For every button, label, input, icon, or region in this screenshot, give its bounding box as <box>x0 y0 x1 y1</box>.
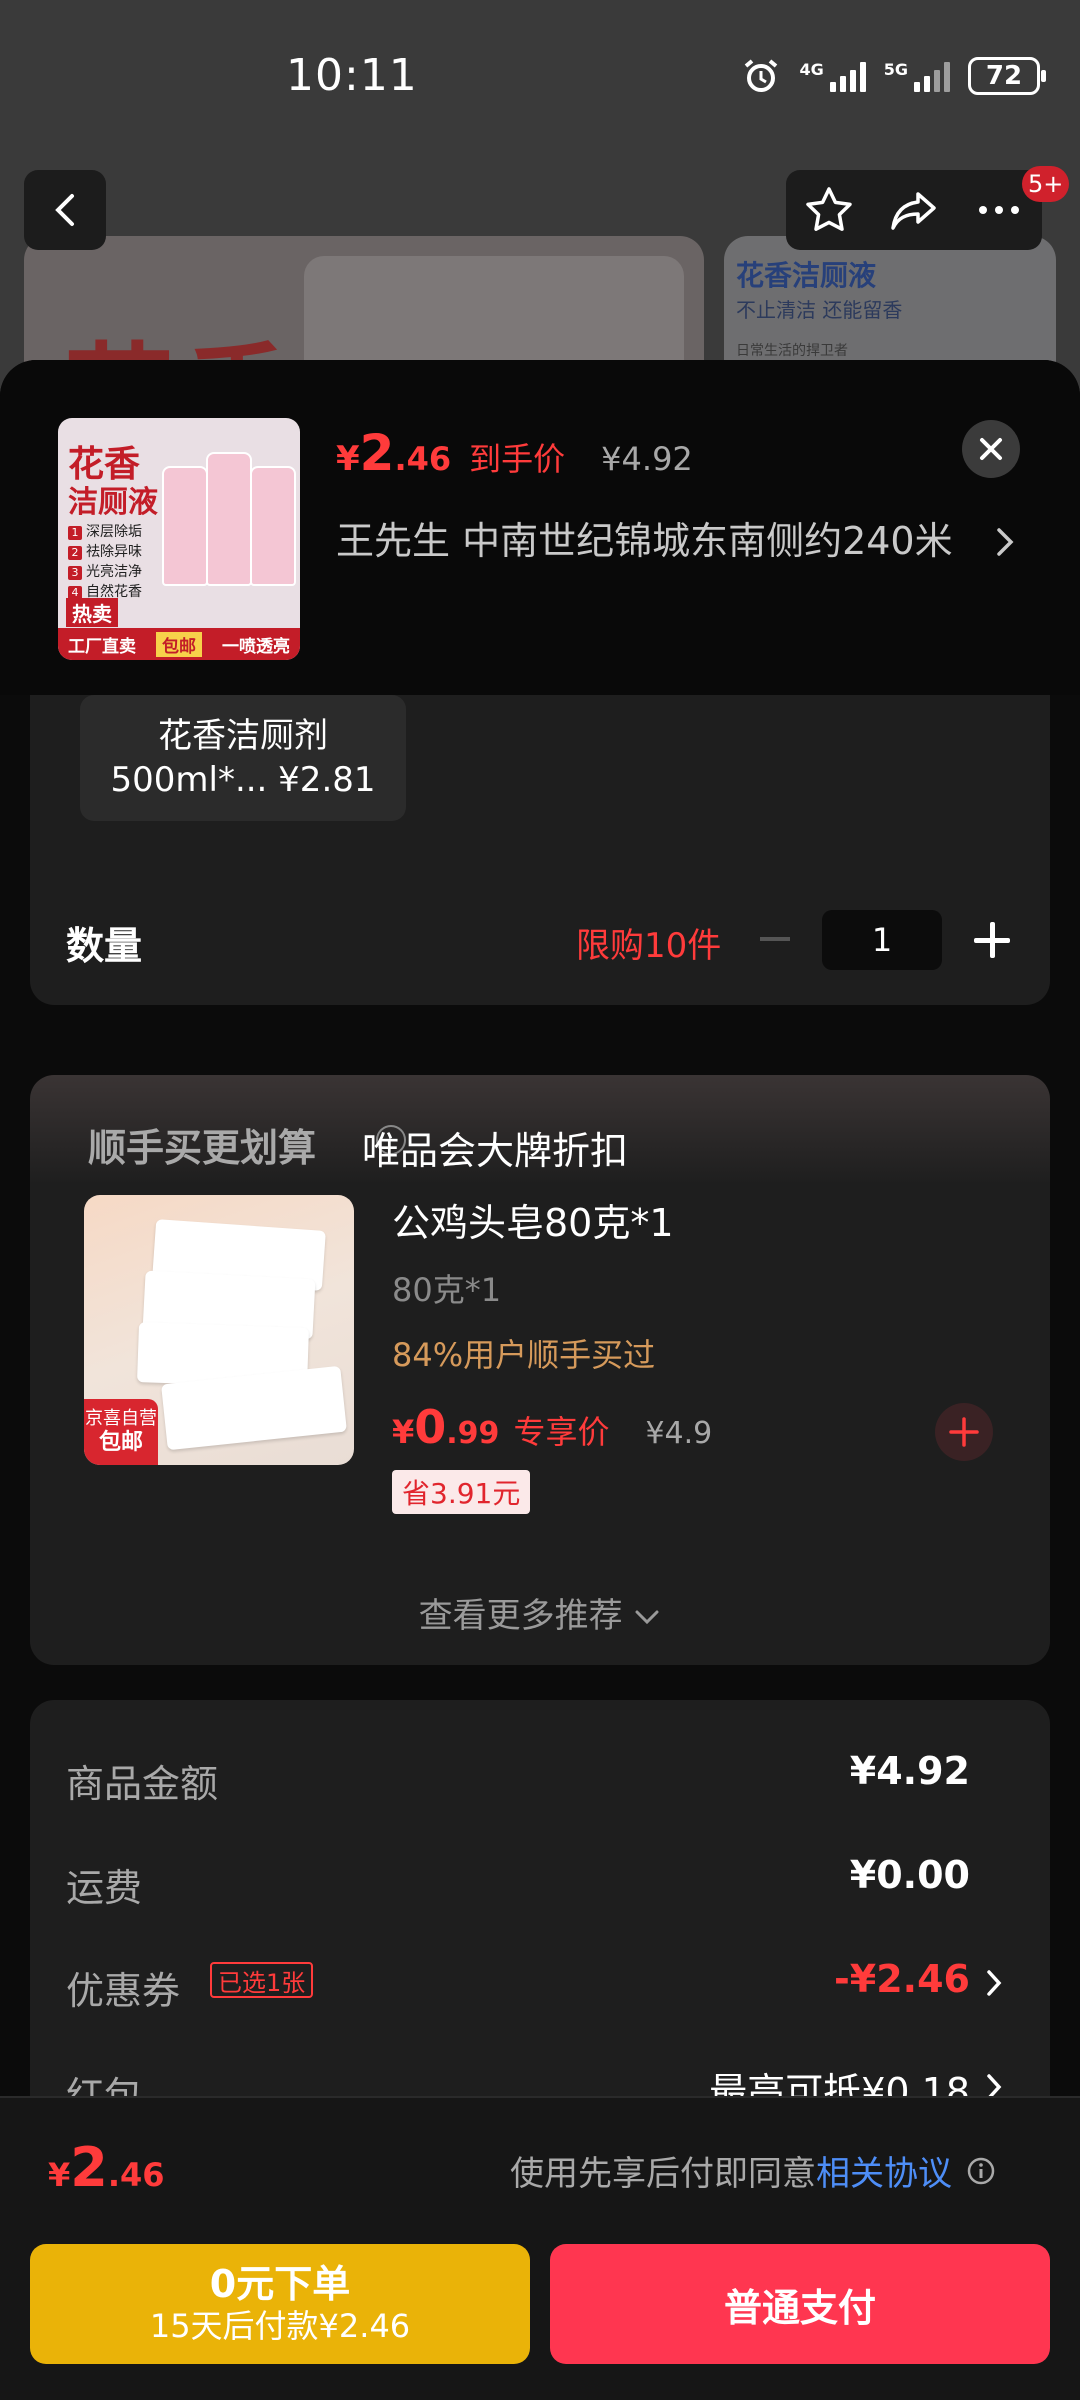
addon-price: ¥ 0 .99 专享价 ¥4.9 <box>392 1400 713 1454</box>
close-button[interactable] <box>962 420 1020 478</box>
signal-icon: 4G <box>799 60 866 92</box>
agreement-link[interactable]: 相关协议 <box>816 2146 952 2195</box>
close-icon <box>980 438 1002 460</box>
total-price: ¥ 2 .46 <box>48 2136 165 2199</box>
alarm-icon <box>745 59 778 92</box>
normal-pay-button[interactable]: 普通支付 <box>550 2244 1050 2364</box>
more-dots-icon[interactable] <box>973 184 1025 236</box>
coupon-selected-badge: 已选1张 <box>210 1962 314 1998</box>
goods-amount-value: ¥4.92 <box>849 1749 970 1793</box>
banner-title: 花香洁厕液 <box>736 259 877 292</box>
star-icon[interactable] <box>803 184 855 236</box>
shipping-label: 运费 <box>66 1866 143 1910</box>
spec-option[interactable]: 花香洁厕剂 500ml*... ¥2.81 <box>80 695 406 821</box>
addon-product-spec: 80克*1 <box>392 1271 502 1309</box>
chevron-down-icon <box>635 1610 659 1625</box>
back-arrow-icon <box>55 194 74 226</box>
thumbnail-title: 花香 洁厕液 <box>68 444 158 521</box>
addon-product-name[interactable]: 公鸡头皂80克*1 <box>392 1192 674 1247</box>
share-icon[interactable] <box>888 184 940 236</box>
spec-name: 花香洁厕剂 <box>158 716 328 756</box>
banner-note: 日常生活的捍卫者 <box>736 343 848 359</box>
savings-badge: 省3.91元 <box>392 1470 531 1514</box>
info-icon[interactable] <box>966 2156 996 2186</box>
product-thumbnail: 花香 洁厕液 1 深层除垢 2 祛除异味 3 光亮洁净 4 自然花香 热卖 工厂直卖 包… <box>58 418 300 660</box>
goods-amount-label: 商品金额 <box>66 1762 219 1806</box>
quantity-increase-button[interactable] <box>970 918 1014 962</box>
order-sheet: 花香洁厕剂 500ml*... ¥2.81 数量 限购10件 1 花香 洁厕液 … <box>0 360 1080 2400</box>
vip-discount-label: 唯品会大牌折扣 <box>362 1129 629 1173</box>
quantity-decrease-button[interactable] <box>760 937 790 941</box>
thumbnail-strip: 工厂直卖 包邮 一喷透亮 <box>58 628 300 660</box>
addon-image-tag: 京喜自营 包邮 <box>84 1399 158 1465</box>
purchase-limit: 限购10件 <box>576 926 722 966</box>
hot-sale-tag: 热卖 <box>66 598 118 627</box>
battery-icon: 72 <box>968 57 1046 95</box>
quantity-value[interactable]: 1 <box>822 910 942 970</box>
shipping-value: ¥0.00 <box>849 1853 970 1897</box>
coupon-label[interactable]: 优惠券 <box>66 1960 180 2015</box>
final-price-label: 到手价 <box>469 440 566 478</box>
status-bar: 10:11 4G 5G 72 <box>0 0 1080 160</box>
thumbnail-points: 1 深层除垢 2 祛除异味 3 光亮洁净 4 自然花香 <box>68 522 142 602</box>
product-header: 花香 洁厕液 1 深层除垢 2 祛除异味 3 光亮洁净 4 自然花香 热卖 工厂直卖 包… <box>0 360 1080 695</box>
status-time: 10:11 <box>286 50 418 101</box>
pay-later-button[interactable]: 0元下单 15天后付款¥2.46 <box>30 2244 530 2364</box>
see-more-recommendations[interactable]: 查看更多推荐 <box>0 1588 1080 1637</box>
addon-original-price: ¥4.9 <box>645 1416 713 1451</box>
delivery-address[interactable]: 王先生 中南世纪锦城东南侧约240米 <box>336 516 996 566</box>
agreement-text: 使用先享后付即同意 相关协议 <box>510 2146 996 2195</box>
spec-detail: 500ml*... ¥2.81 <box>110 760 376 800</box>
coupon-value[interactable]: -¥2.46 <box>834 1957 970 2001</box>
quantity-label: 数量 <box>66 924 143 968</box>
add-addon-button[interactable] <box>934 1402 994 1462</box>
signal-icon: 5G <box>884 60 950 92</box>
product-price: ¥ 2 .46 到手价 ¥4.92 <box>336 424 693 482</box>
addon-product-image[interactable]: 京喜自营 包邮 <box>84 1195 354 1465</box>
back-button[interactable] <box>24 170 106 250</box>
original-price: ¥4.92 <box>601 440 693 478</box>
exclusive-price-label: 专享价 <box>513 1413 610 1451</box>
addon-title: 顺手买更划算 <box>88 1126 317 1170</box>
addon-bought-rate: 84%用户顺手买过 <box>392 1336 656 1374</box>
banner-subtitle: 不止清洁 还能留香 <box>736 298 903 322</box>
notification-badge: 5+ <box>1022 166 1070 202</box>
top-actions <box>786 170 1042 250</box>
chevron-right-icon[interactable] <box>984 1966 1004 2000</box>
chevron-right-icon[interactable] <box>994 522 1016 562</box>
